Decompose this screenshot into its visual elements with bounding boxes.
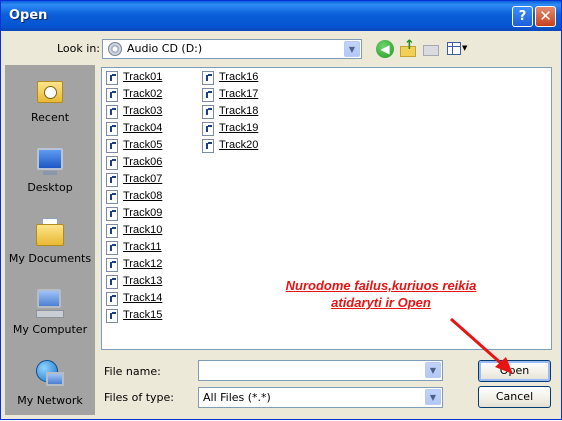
places-bar: Recent Desktop My Documents My Computer …: [5, 65, 95, 415]
chevron-down-icon[interactable]: ▼: [425, 362, 441, 378]
file-name-input[interactable]: ▼: [198, 360, 443, 381]
file-name: Track16: [219, 71, 259, 83]
chevron-down-icon[interactable]: ▼: [425, 389, 441, 405]
file-type-value: All Files (*.*): [203, 391, 271, 404]
place-recent[interactable]: Recent: [5, 75, 95, 124]
file-name: Track11: [123, 241, 162, 253]
place-label: Recent: [30, 111, 70, 124]
window-title: Open: [9, 8, 48, 23]
file-type-label: Files of type:: [104, 391, 175, 404]
file-name-label: File name:: [104, 365, 161, 378]
cd-drive-icon: [108, 42, 122, 56]
audio-track-icon: [106, 139, 118, 153]
place-my-network[interactable]: My Network: [5, 358, 95, 407]
place-my-documents[interactable]: My Documents: [5, 216, 95, 265]
audio-track-icon: [106, 292, 118, 306]
file-name: Track19: [219, 122, 259, 134]
audio-track-icon: [202, 105, 214, 119]
recent-icon: [34, 75, 66, 107]
file-name: Track03: [123, 105, 163, 117]
file-name: Track02: [123, 88, 163, 100]
audio-track-icon: [106, 309, 118, 323]
desktop-icon: [34, 145, 66, 177]
file-name: Track13: [123, 275, 163, 287]
close-button[interactable]: ✕: [535, 6, 556, 27]
title-bar[interactable]: Open ? ✕: [1, 1, 561, 31]
audio-track-icon: [106, 207, 118, 221]
file-name: Track14: [123, 292, 163, 304]
audio-track-icon: [106, 71, 118, 85]
place-label: My Computer: [12, 323, 88, 336]
annotation-line-2: atidaryti ir Open: [331, 295, 431, 310]
audio-track-icon: [202, 122, 214, 136]
views-menu-icon[interactable]: ▼: [447, 40, 469, 58]
open-button[interactable]: Open: [478, 360, 551, 382]
file-name: Track05: [123, 139, 163, 151]
audio-track-icon: [202, 71, 214, 85]
place-label: Desktop: [27, 181, 73, 194]
look-in-value: Audio CD (D:): [127, 42, 203, 55]
annotation-note: Nurodome failus,kuriuos reikia atidaryti…: [263, 277, 499, 311]
file-name: Track20: [219, 139, 259, 151]
help-button[interactable]: ?: [512, 6, 533, 27]
place-desktop[interactable]: Desktop: [5, 145, 95, 194]
audio-track-icon: [106, 105, 118, 119]
file-name: Track12: [123, 258, 163, 270]
file-name: Track07: [123, 173, 163, 185]
annotation-line-1: Nurodome failus,kuriuos reikia: [285, 278, 477, 293]
back-icon[interactable]: ◀: [376, 40, 394, 58]
look-in-label: Look in:: [57, 42, 100, 55]
audio-track-icon: [106, 122, 118, 136]
file-name: Track06: [123, 156, 163, 168]
file-name: Track04: [123, 122, 163, 134]
audio-track-icon: [106, 224, 118, 238]
audio-track-icon: [202, 139, 214, 153]
place-my-computer[interactable]: My Computer: [5, 287, 95, 336]
audio-track-icon: [106, 275, 118, 289]
open-dialog: Open ? ✕ Look in: Audio CD (D:) ▼ ◀ ↑ ▼ …: [0, 0, 562, 420]
audio-track-icon: [106, 173, 118, 187]
audio-track-icon: [202, 88, 214, 102]
file-name: Track10: [123, 224, 163, 236]
audio-track-icon: [106, 258, 118, 272]
look-in-dropdown[interactable]: Audio CD (D:) ▼: [102, 39, 362, 59]
my-network-icon: [34, 358, 66, 390]
place-label: My Network: [17, 394, 83, 407]
file-type-dropdown[interactable]: All Files (*.*) ▼: [198, 387, 443, 408]
file-name: Track08: [123, 190, 163, 202]
file-name: Track18: [219, 105, 259, 117]
audio-track-icon: [106, 190, 118, 204]
audio-track-icon: [106, 156, 118, 170]
my-computer-icon: [34, 287, 66, 319]
my-documents-icon: [34, 216, 66, 248]
place-label: My Documents: [8, 252, 92, 265]
file-name: Track15: [123, 309, 163, 321]
chevron-down-icon[interactable]: ▼: [344, 41, 360, 57]
file-name: Track01: [123, 71, 163, 83]
audio-track-icon: [106, 241, 118, 255]
up-folder-icon[interactable]: ↑: [399, 38, 417, 58]
file-name: Track17: [219, 88, 259, 100]
audio-track-icon: [106, 88, 118, 102]
new-folder-icon[interactable]: [422, 40, 440, 58]
file-name: Track09: [123, 207, 163, 219]
cancel-button[interactable]: Cancel: [478, 386, 551, 408]
